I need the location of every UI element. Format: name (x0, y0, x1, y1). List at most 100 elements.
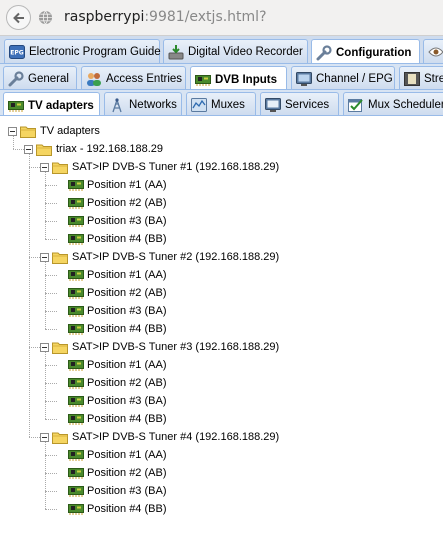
tab-label: Channel / EPG (316, 72, 393, 85)
tree-node-position[interactable]: Position #3 (BA) (56, 302, 166, 320)
tuner-card-icon (68, 413, 84, 425)
collapse-toggle-icon[interactable] (40, 252, 49, 262)
tree-node-device[interactable]: triax - 192.168.188.29 (24, 140, 163, 158)
tree-connector (45, 419, 57, 420)
collapse-toggle-icon[interactable] (24, 144, 33, 154)
tab-channel-epg[interactable]: Channel / EPG (291, 66, 395, 89)
tab-label: DVB Inputs (215, 73, 277, 86)
tree-node-label: Position #1 (AA) (87, 179, 167, 191)
tree-node-position[interactable]: Position #2 (AB) (56, 464, 166, 482)
tuner-card-icon (68, 323, 84, 335)
tree-node-position[interactable]: Position #3 (BA) (56, 392, 166, 410)
tree-connector (45, 262, 46, 329)
tree-node-label: Position #4 (BB) (87, 413, 167, 425)
tab-label: Muxes (211, 98, 245, 111)
tree-node-label: Position #2 (AB) (87, 467, 167, 479)
tree-node-label: triax - 192.168.188.29 (56, 143, 164, 155)
tab-services[interactable]: Services (260, 92, 339, 115)
tab-networks[interactable]: Networks (104, 92, 182, 115)
tree-node-label: Position #1 (AA) (87, 359, 167, 371)
tree-connector (45, 455, 57, 456)
tab-label: General (28, 72, 69, 85)
tree-connector (29, 437, 40, 438)
tuner-card-icon (68, 215, 84, 227)
tree-node-position[interactable]: Position #2 (AB) (56, 284, 166, 302)
tree-node-position[interactable]: Position #1 (AA) (56, 176, 166, 194)
tree-node-label: Position #3 (BA) (87, 485, 167, 497)
tab-label: Digital Video Recorder (188, 46, 303, 58)
collapse-toggle-icon[interactable] (40, 342, 49, 352)
users-icon (86, 71, 102, 87)
tv-icon (296, 71, 312, 87)
tree-node-label: Position #3 (BA) (87, 395, 167, 407)
main-tab-bar: EPG Electronic Program Guide Digital Vid… (0, 36, 443, 64)
tree-node-label: Position #3 (BA) (87, 215, 167, 227)
url-path: :9981/extjs.html? (144, 9, 267, 25)
tree-node-position[interactable]: Position #2 (AB) (56, 194, 166, 212)
tab-label: Electronic Program Guide (29, 46, 161, 58)
url-host: raspberrypi (64, 9, 145, 25)
tv-services-icon (265, 97, 281, 113)
dvb-tab-bar: TV adapters Networks Muxes Services Mux … (0, 90, 443, 116)
tree-connector (45, 509, 57, 510)
tree-node-label: Position #2 (AB) (87, 197, 167, 209)
folder-icon (52, 161, 68, 174)
tree-node-label: SAT>IP DVB-S Tuner #3 (192.168.188.29) (72, 341, 280, 353)
tab-general[interactable]: General (3, 66, 77, 89)
tree-node-tuner[interactable]: SAT>IP DVB-S Tuner #3 (192.168.188.29) (40, 338, 279, 356)
mux-icon (191, 97, 207, 113)
tab-digital-video-recorder[interactable]: Digital Video Recorder (163, 39, 308, 63)
address-bar[interactable]: raspberrypi:9981/extjs.html? (64, 9, 267, 25)
collapse-toggle-icon[interactable] (8, 126, 17, 136)
tree-connector (45, 221, 57, 222)
tab-tv-adapters[interactable]: TV adapters (3, 92, 100, 115)
globe-icon (38, 10, 53, 25)
tree-connector (45, 401, 57, 402)
tree-node-position[interactable]: Position #4 (BB) (56, 230, 166, 248)
tab-electronic-program-guide[interactable]: EPG Electronic Program Guide (4, 39, 161, 63)
tab-stream[interactable]: Stre (399, 66, 443, 89)
tree-node-label: SAT>IP DVB-S Tuner #2 (192.168.188.29) (72, 251, 280, 263)
tree-node-label: SAT>IP DVB-S Tuner #4 (192.168.188.29) (72, 431, 280, 443)
tree-node-label: TV adapters (40, 125, 100, 137)
collapse-toggle-icon[interactable] (40, 162, 49, 172)
back-button[interactable] (6, 5, 31, 30)
wrench-icon (8, 70, 24, 87)
tree-node-root[interactable]: TV adapters (8, 122, 100, 140)
tree-node-tuner[interactable]: SAT>IP DVB-S Tuner #2 (192.168.188.29) (40, 248, 279, 266)
tuner-card-icon (68, 467, 84, 479)
tree-node-tuner[interactable]: SAT>IP DVB-S Tuner #1 (192.168.188.29) (40, 158, 279, 176)
tree-node-label: SAT>IP DVB-S Tuner #1 (192.168.188.29) (72, 161, 280, 173)
tab-mux-schedulers[interactable]: Mux Schedulers (343, 92, 443, 115)
tree-node-position[interactable]: Position #3 (BA) (56, 212, 166, 230)
tree-node-position[interactable]: Position #4 (BB) (56, 320, 166, 338)
tab-label: Access Entries (106, 72, 183, 85)
tab-dvb-inputs[interactable]: DVB Inputs (190, 66, 287, 89)
tab-label: Mux Schedulers (368, 98, 443, 111)
tuner-card-icon (68, 377, 84, 389)
tree-node-position[interactable]: Position #2 (AB) (56, 374, 166, 392)
tree-node-position[interactable]: Position #4 (BB) (56, 410, 166, 428)
tree-node-label: Position #1 (AA) (87, 449, 167, 461)
tree-node-position[interactable]: Position #1 (AA) (56, 446, 166, 464)
epg-icon: EPG (9, 44, 25, 60)
tab-muxes[interactable]: Muxes (186, 92, 256, 115)
tuner-card-icon (68, 287, 84, 299)
tab-configuration[interactable]: Configuration (311, 39, 420, 63)
folder-icon (52, 431, 68, 444)
tree-node-position[interactable]: Position #4 (BB) (56, 500, 166, 518)
tuner-card-icon (8, 98, 24, 114)
config-tab-bar: General Access Entries DVB Inputs Channe… (0, 64, 443, 90)
tab-access-entries[interactable]: Access Entries (81, 66, 186, 89)
tree-node-position[interactable]: Position #1 (AA) (56, 266, 166, 284)
antenna-icon (109, 97, 125, 113)
tree-connector (45, 172, 46, 239)
collapse-toggle-icon[interactable] (40, 432, 49, 442)
tuner-card-icon (68, 269, 84, 281)
tree-node-position[interactable]: Position #3 (BA) (56, 482, 166, 500)
tree-connector (13, 149, 24, 150)
tree-node-tuner[interactable]: SAT>IP DVB-S Tuner #4 (192.168.188.29) (40, 428, 279, 446)
tab-status[interactable] (423, 39, 443, 63)
tree-node-position[interactable]: Position #1 (AA) (56, 356, 166, 374)
tab-label: Stre (424, 72, 443, 85)
